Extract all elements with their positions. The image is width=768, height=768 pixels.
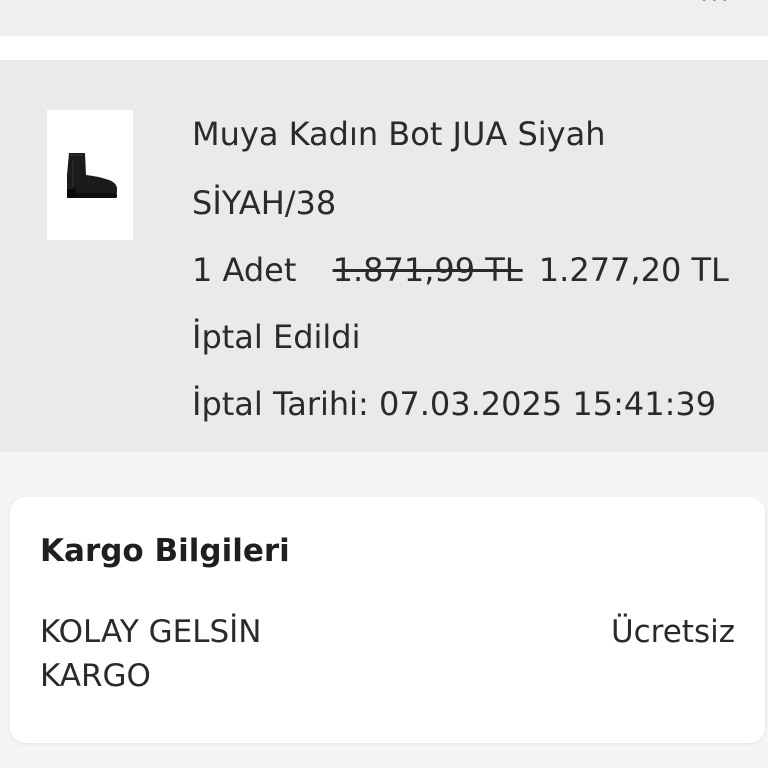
section-divider: [0, 36, 768, 60]
more-icon[interactable]: •••: [700, 0, 729, 7]
ankle-boot-icon: [67, 153, 117, 198]
previous-section: •••: [0, 0, 768, 36]
cargo-title: Kargo Bilgileri: [40, 533, 290, 569]
order-item-card[interactable]: Muya Kadın Bot JUA Siyah SİYAH/38 1 Adet…: [0, 60, 768, 452]
product-thumbnail[interactable]: [47, 110, 133, 240]
old-price: 1.871,99 TL: [332, 251, 523, 289]
product-variant: SİYAH/38: [192, 184, 337, 222]
quantity: 1 Adet: [192, 251, 297, 289]
cancel-date: İptal Tarihi: 07.03.2025 15:41:39: [192, 385, 717, 423]
cargo-carrier: KOLAY GELSİN KARGO: [40, 614, 262, 694]
cargo-info-card: Kargo Bilgileri KOLAY GELSİN KARGO Ücret…: [10, 497, 765, 743]
cargo-fee: Ücretsiz: [610, 614, 735, 650]
new-price: 1.277,20 TL: [538, 251, 729, 289]
price-row: 1 Adet 1.871,99 TL 1.277,20 TL: [192, 250, 729, 290]
product-name[interactable]: Muya Kadın Bot JUA Siyah: [192, 114, 606, 154]
order-status: İptal Edildi: [192, 318, 361, 356]
